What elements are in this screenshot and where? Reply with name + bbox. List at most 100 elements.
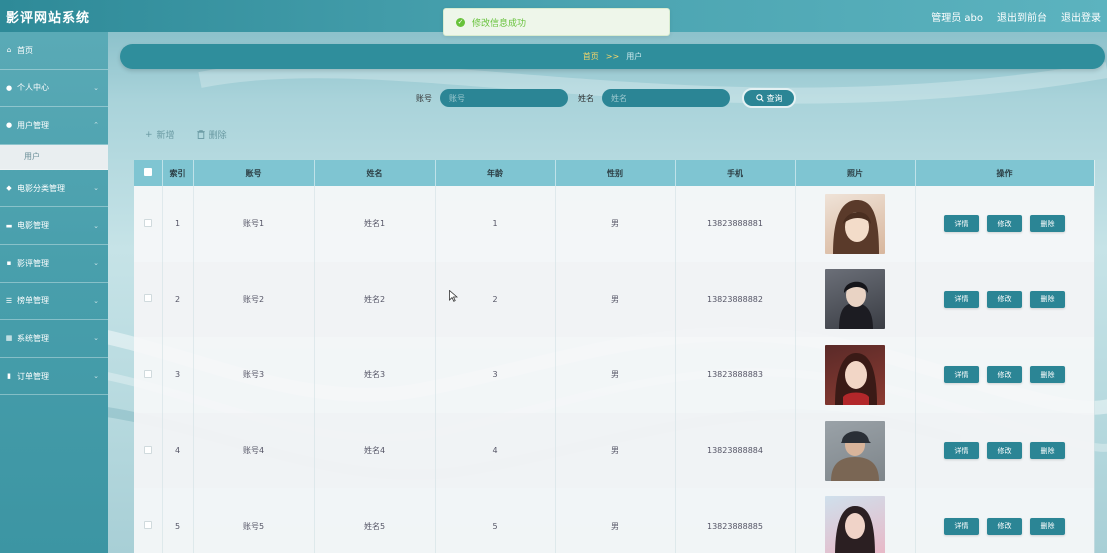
cell-index: 1	[162, 186, 194, 262]
account-search-input[interactable]	[440, 89, 568, 107]
delete-button[interactable]: 删除	[1030, 442, 1065, 460]
user-photo[interactable]	[825, 193, 885, 254]
row-select-cell	[134, 186, 163, 262]
admin-user-label: 管理员 abo	[931, 13, 983, 24]
cell-age: 3	[435, 337, 556, 413]
row-select-cell	[134, 488, 163, 553]
row-checkbox[interactable]	[143, 294, 152, 303]
sidebar-item-label: 首页	[17, 45, 33, 55]
row-checkbox[interactable]	[143, 218, 152, 227]
select-all-cell	[134, 160, 163, 186]
grid-icon: ▦	[5, 334, 13, 343]
delete-button[interactable]: 删除	[1030, 366, 1065, 384]
delete-button[interactable]: 删除	[1030, 290, 1065, 308]
edit-button[interactable]: 修改	[987, 517, 1022, 535]
row-checkbox[interactable]	[143, 445, 152, 454]
search-button-label: 查询	[766, 93, 783, 103]
column-header-actions: 操作	[915, 160, 1095, 186]
column-header-name: 姓名	[314, 160, 436, 186]
cell-photo	[795, 261, 916, 338]
sidebar-item-system-management[interactable]: ▦ 系统管理 ⌄	[0, 320, 108, 358]
cell-gender: 男	[555, 261, 676, 338]
select-all-checkbox[interactable]	[143, 168, 152, 176]
cell-account: 账号4	[193, 412, 315, 489]
cell-account: 账号2	[193, 261, 315, 338]
batch-delete-button[interactable]: 删除	[196, 128, 227, 141]
sidebar-item-order-management[interactable]: ▮ 订单管理 ⌄	[0, 358, 108, 396]
user-icon: ●	[5, 121, 13, 130]
table-row: 3 账号3 姓名3 3 男 13823888883 详情 修改 删除	[134, 337, 1095, 413]
cell-actions: 详情 修改 删除	[915, 337, 1095, 413]
row-checkbox[interactable]	[143, 521, 152, 530]
cell-index: 4	[162, 412, 194, 489]
user-photo[interactable]	[825, 344, 885, 405]
name-label: 姓名	[578, 93, 594, 103]
edit-button[interactable]: 修改	[987, 290, 1022, 308]
detail-button[interactable]: 详情	[944, 366, 979, 384]
cell-actions: 详情 修改 删除	[915, 488, 1095, 553]
cell-photo	[795, 412, 916, 489]
edit-button[interactable]: 修改	[987, 442, 1022, 460]
delete-button[interactable]: 删除	[1030, 215, 1065, 233]
sidebar-item-movie-category[interactable]: ◆ 电影分类管理 ⌄	[0, 170, 108, 208]
delete-button[interactable]: 删除	[1030, 517, 1065, 535]
cell-age: 5	[435, 488, 556, 553]
search-button[interactable]: 查询	[742, 88, 796, 108]
user-photo[interactable]	[825, 496, 885, 553]
sidebar-item-label: 系统管理	[17, 333, 49, 343]
detail-button[interactable]: 详情	[944, 517, 979, 535]
edit-button[interactable]: 修改	[987, 215, 1022, 233]
row-checkbox[interactable]	[143, 369, 152, 378]
cell-phone: 13823888882	[675, 261, 796, 338]
detail-button[interactable]: 详情	[944, 290, 979, 308]
home-icon: ⌂	[6, 46, 12, 55]
cell-index: 3	[162, 337, 194, 413]
sidebar-item-label: 电影分类管理	[17, 183, 65, 193]
edit-button[interactable]: 修改	[987, 366, 1022, 384]
sidebar-item-movie-management[interactable]: ▬ 电影管理 ⌄	[0, 207, 108, 245]
sidebar-item-personal-center[interactable]: ● 个人中心 ⌄	[0, 70, 108, 108]
chevron-down-icon: ⌄	[93, 334, 99, 343]
sidebar: ⌂ 首页 ● 个人中心 ⌄ ● 用户管理 ⌃ 用户 ◆ 电影分类管理 ⌄ ▬ 电…	[0, 32, 108, 553]
delete-button-label: 删除	[208, 131, 227, 141]
sidebar-item-home[interactable]: ⌂ 首页	[0, 32, 108, 70]
detail-button[interactable]: 详情	[944, 442, 979, 460]
check-circle-icon: ✓	[456, 17, 465, 27]
cell-name: 姓名1	[314, 186, 436, 262]
column-header-photo: 照片	[795, 160, 916, 186]
user-photo[interactable]	[825, 269, 885, 330]
cell-phone: 13823888881	[675, 186, 796, 262]
add-button[interactable]: + 新增	[145, 128, 175, 142]
app-title: 影评网站系统	[6, 11, 91, 26]
sidebar-item-ranking-management[interactable]: ☰ 榜单管理 ⌄	[0, 283, 108, 321]
cell-photo	[795, 488, 916, 553]
user-photo[interactable]	[825, 420, 885, 481]
toast-message: 修改信息成功	[472, 18, 527, 29]
users-table: 索引 账号 姓名 年龄 性别 手机 照片 操作 1 账号1 姓名1 1 男 13…	[134, 160, 1095, 553]
table-row: 1 账号1 姓名1 1 男 13823888881 详情 修改 删除	[134, 186, 1095, 262]
logout-link[interactable]: 退出登录	[1061, 9, 1101, 24]
sidebar-item-label: 榜单管理	[17, 296, 49, 306]
cell-account: 账号5	[193, 488, 315, 553]
cell-gender: 男	[555, 488, 676, 553]
cell-name: 姓名3	[314, 337, 436, 413]
breadcrumb-home[interactable]: 首页	[583, 51, 599, 62]
pin-icon: ◆	[6, 184, 12, 193]
sidebar-item-label: 订单管理	[17, 371, 49, 381]
back-to-frontend-link[interactable]: 退出到前台	[997, 9, 1047, 24]
breadcrumb-separator: >>	[605, 52, 620, 61]
chevron-up-icon: ⌃	[93, 121, 99, 130]
cell-actions: 详情 修改 删除	[915, 412, 1095, 489]
chevron-down-icon: ⌄	[93, 83, 99, 92]
column-header-gender: 性别	[555, 160, 676, 186]
sidebar-item-review-management[interactable]: ▪ 影评管理 ⌄	[0, 245, 108, 283]
detail-button[interactable]: 详情	[944, 215, 979, 233]
name-search-input[interactable]	[602, 89, 730, 107]
chevron-down-icon: ⌄	[93, 259, 99, 268]
cell-index: 2	[162, 261, 194, 338]
table-row: 4 账号4 姓名4 4 男 13823888884 详情 修改 删除	[134, 412, 1095, 489]
account-label: 账号	[416, 93, 432, 103]
sidebar-subitem-users[interactable]: 用户	[0, 144, 108, 170]
success-toast: ✓ 修改信息成功	[443, 8, 670, 36]
sidebar-item-user-management[interactable]: ● 用户管理 ⌃	[0, 107, 108, 145]
